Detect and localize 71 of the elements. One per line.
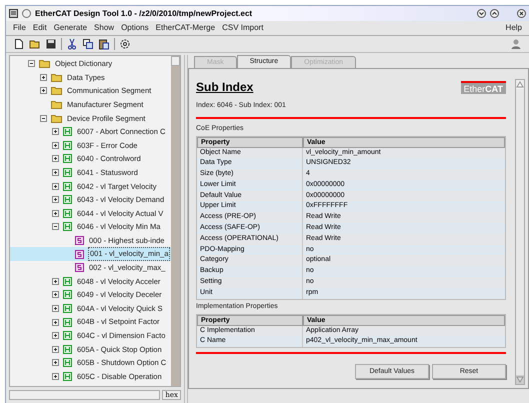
folder-icon [51, 86, 62, 96]
object-icon [63, 344, 72, 354]
expand-icon[interactable] [52, 128, 59, 136]
folder-icon [39, 59, 50, 68]
object-icon [63, 127, 72, 136]
menu-item[interactable]: Show [94, 22, 114, 34]
new-file-icon[interactable] [13, 38, 25, 50]
collapse-icon[interactable] [28, 60, 35, 68]
object-icon [63, 290, 72, 300]
expand-icon[interactable] [40, 87, 47, 94]
cut-icon[interactable] [66, 38, 78, 50]
object-icon [63, 182, 72, 191]
vertical-scrollbar[interactable] [171, 56, 180, 386]
subindex-icon [75, 250, 84, 259]
menu-item[interactable]: Help [506, 22, 522, 34]
expand-icon[interactable] [52, 318, 59, 326]
expand-icon[interactable] [52, 182, 59, 190]
close-icon[interactable] [517, 9, 526, 18]
gear-icon[interactable] [119, 38, 131, 50]
object-icon [63, 208, 72, 218]
menu-item[interactable]: Generate [54, 22, 88, 34]
vertical-scrollbar[interactable] [515, 79, 525, 385]
window-menu-icon[interactable] [22, 9, 31, 18]
scroll-up-icon[interactable] [516, 80, 524, 89]
expand-icon[interactable] [40, 74, 47, 81]
user-icon[interactable] [510, 38, 522, 50]
expand-icon[interactable] [52, 196, 59, 204]
object-icon [63, 154, 72, 164]
expand-icon[interactable] [52, 332, 59, 340]
object-icon [63, 140, 72, 150]
object-icon [63, 168, 72, 178]
expand-icon[interactable] [52, 169, 59, 176]
menu-item[interactable]: Options [121, 22, 149, 34]
open-folder-icon[interactable] [29, 38, 41, 50]
folder-icon [51, 114, 62, 123]
expand-icon[interactable] [52, 155, 59, 162]
menu-item[interactable]: CSV Import [222, 22, 264, 34]
expand-icon[interactable] [52, 359, 59, 366]
maximize-icon[interactable] [490, 9, 499, 18]
object-icon [63, 331, 72, 340]
subindex-icon [75, 263, 84, 272]
minimize-icon[interactable] [477, 9, 486, 18]
menu-item[interactable]: EtherCAT-Merge [156, 22, 216, 34]
copy-icon[interactable] [82, 38, 94, 50]
collapse-icon[interactable] [40, 114, 47, 122]
object-icon [63, 318, 72, 327]
ethercat-logo: EtherCAT [460, 80, 506, 94]
expand-icon[interactable] [52, 278, 59, 285]
menu-item[interactable]: Edit [32, 22, 47, 34]
expand-icon[interactable] [52, 210, 59, 217]
folder-icon [51, 100, 62, 110]
object-icon [63, 276, 72, 286]
subindex-icon [75, 236, 84, 246]
menu-item[interactable]: File [13, 22, 26, 34]
folder-icon [51, 72, 62, 82]
object-icon [63, 358, 72, 368]
save-icon[interactable] [45, 38, 57, 50]
window-title: EtherCAT Design Tool 1.0 - /z2/0/2010/tmp/newProject.ect [35, 8, 252, 20]
page-heading: Sub Index [196, 79, 254, 96]
collapse-icon[interactable] [52, 223, 59, 230]
app-icon [9, 9, 18, 18]
expand-icon[interactable] [52, 291, 59, 298]
object-icon [63, 372, 72, 381]
object-icon [63, 304, 72, 313]
expand-icon[interactable] [52, 346, 59, 353]
paste-icon[interactable] [98, 38, 110, 50]
expand-icon[interactable] [52, 304, 59, 312]
expand-icon[interactable] [52, 142, 59, 149]
expand-icon[interactable] [52, 372, 59, 380]
object-icon [63, 222, 72, 232]
object-icon [63, 195, 72, 204]
